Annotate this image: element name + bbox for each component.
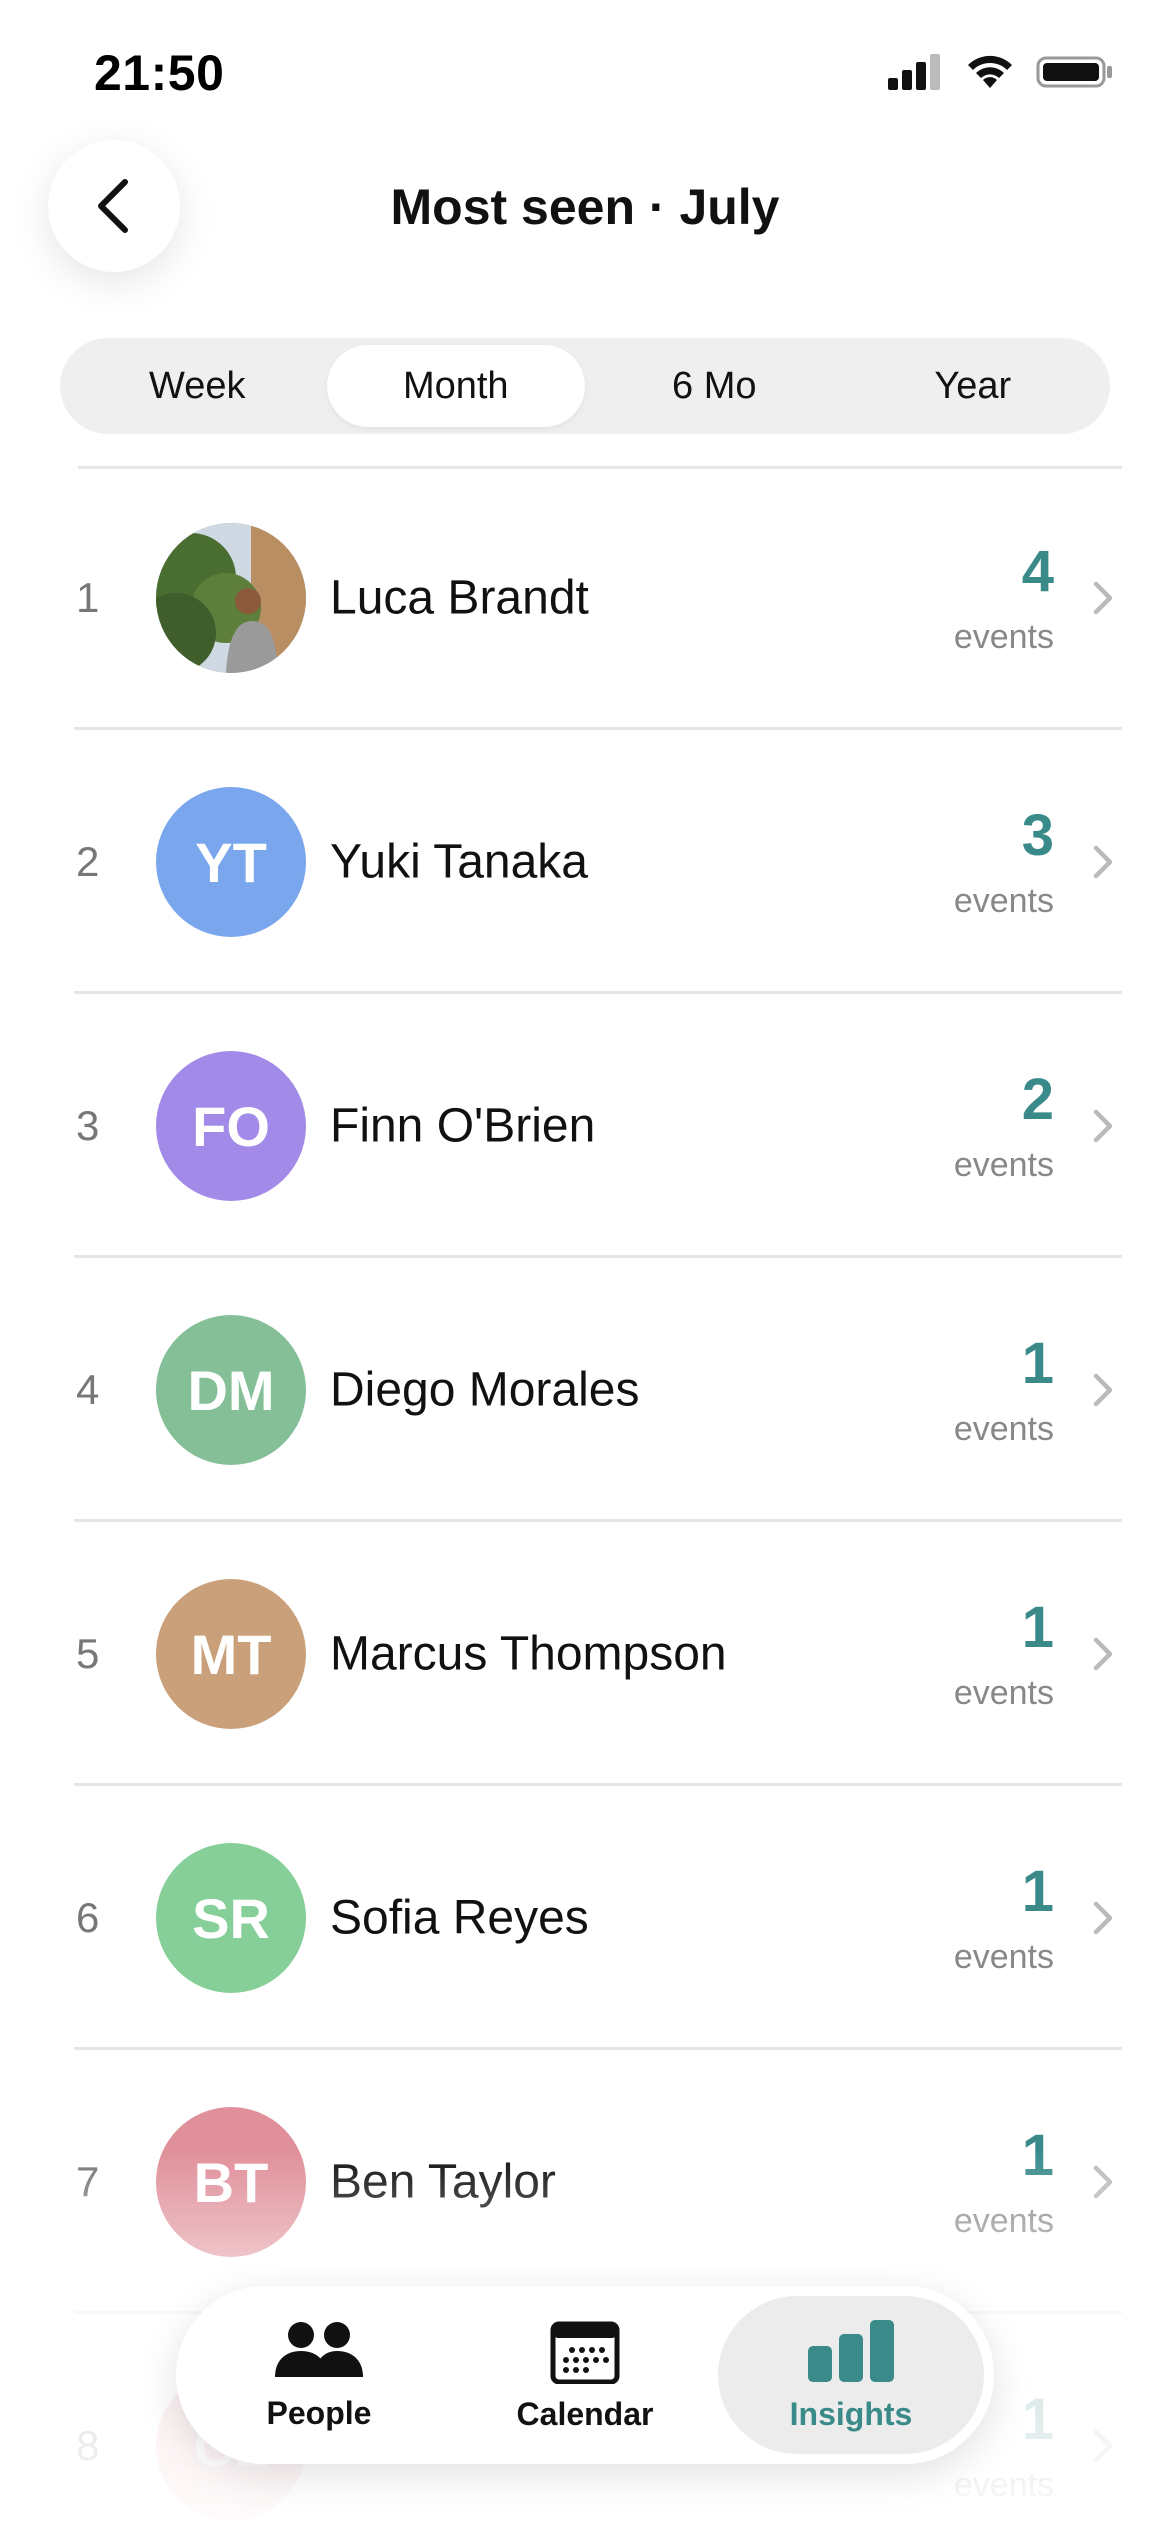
event-count: 4: [1021, 539, 1054, 604]
avatar: MT: [156, 1579, 306, 1729]
tab-calendar-label: Calendar: [516, 2395, 654, 2432]
event-count-unit: events: [953, 1410, 1054, 1448]
rank-number: 8: [76, 2422, 100, 2469]
person-row[interactable]: 6 SR Sofia Reyes 1 events: [0, 1786, 1170, 2050]
person-name: Luca Brandt: [330, 571, 589, 625]
chevron-right-icon: [1093, 1373, 1113, 1407]
event-count-unit: events: [953, 2466, 1054, 2504]
chevron-right-icon: [1093, 1901, 1113, 1935]
status-bar: 21:50: [0, 0, 1170, 150]
event-count: 1: [1021, 2387, 1054, 2452]
event-count: 1: [1021, 1859, 1054, 1924]
segment-6mo[interactable]: 6 Mo: [585, 345, 844, 427]
person-name: Ben Taylor: [330, 2155, 556, 2209]
cellular-signal-icon: [888, 54, 940, 90]
tab-insights[interactable]: Insights: [718, 2296, 984, 2454]
person-name: Marcus Thompson: [330, 1627, 727, 1681]
avatar: YT: [156, 787, 306, 937]
event-count: 2: [1021, 1067, 1054, 1132]
tab-people-label: People: [266, 2394, 372, 2431]
avatar-initials: BT: [193, 2150, 269, 2214]
person-row[interactable]: 7 BT Ben Taylor 1 events: [0, 2050, 1170, 2314]
tab-bar: People Calendar Insights: [176, 2286, 994, 2464]
person-name: Yuki Tanaka: [330, 835, 588, 889]
rank-number: 3: [76, 1102, 100, 1149]
chevron-right-icon: [1093, 1109, 1113, 1143]
segment-month[interactable]: Month: [326, 345, 585, 427]
person-row[interactable]: 5 MT Marcus Thompson 1 events: [0, 1522, 1170, 1786]
tab-insights-label: Insights: [789, 2395, 913, 2432]
bar-chart-icon: [808, 2319, 894, 2382]
person-name: Finn O'Brien: [330, 1099, 596, 1153]
chevron-right-icon: [1093, 2165, 1113, 2199]
person-name: Diego Morales: [330, 1363, 640, 1417]
avatar-initials: SR: [192, 1886, 270, 1950]
avatar: DM: [156, 1315, 306, 1465]
person-row[interactable]: 3 FO Finn O'Brien 2 events: [0, 994, 1170, 1258]
event-count: 1: [1021, 1595, 1054, 1660]
rank-number: 5: [76, 1630, 100, 1677]
tab-people[interactable]: People: [186, 2296, 452, 2454]
avatar: SR: [156, 1843, 306, 1993]
person-row[interactable]: 4 DM Diego Morales 1 events: [0, 1258, 1170, 1522]
avatar-initials: FO: [192, 1094, 270, 1158]
event-count-unit: events: [953, 1938, 1054, 1976]
avatar: FO: [156, 1051, 306, 1201]
event-count-unit: events: [953, 1146, 1054, 1184]
chevron-right-icon: [1093, 2429, 1113, 2463]
event-count-unit: events: [953, 618, 1054, 656]
event-count-unit: events: [953, 882, 1054, 920]
segment-year[interactable]: Year: [844, 345, 1103, 427]
status-icons: [888, 52, 1114, 92]
most-seen-list: 1 Luca Brandt 4 events 2 YT Yuki Tanaka 3 events…: [0, 466, 1170, 2532]
chevron-right-icon: [1093, 1637, 1113, 1671]
wifi-icon: [968, 55, 1012, 88]
chevron-right-icon: [1093, 581, 1113, 615]
event-count-unit: events: [953, 2202, 1054, 2240]
rank-number: 4: [76, 1366, 100, 1413]
calendar-icon: [550, 2321, 620, 2384]
event-count: 1: [1021, 2123, 1054, 2188]
chevron-right-icon: [1093, 845, 1113, 879]
person-name: Sofia Reyes: [330, 1891, 589, 1945]
period-segmented-control: Week Month 6 Mo Year: [60, 338, 1110, 434]
rank-number: 1: [76, 574, 100, 621]
rank-number: 2: [76, 838, 100, 885]
people-icon: [275, 2321, 363, 2377]
avatar-photo: [156, 523, 306, 673]
person-row[interactable]: 1 Luca Brandt 4 events: [0, 466, 1170, 730]
avatar: [156, 523, 306, 673]
avatar-initials: MT: [190, 1622, 272, 1686]
rank-number: 6: [76, 1894, 100, 1941]
avatar-initials: DM: [187, 1358, 275, 1422]
status-time: 21:50: [94, 45, 225, 101]
battery-icon: [1036, 56, 1112, 88]
segment-week[interactable]: Week: [68, 345, 327, 427]
avatar: BT: [156, 2107, 306, 2257]
event-count-unit: events: [953, 1674, 1054, 1712]
tab-calendar[interactable]: Calendar: [452, 2296, 718, 2454]
person-row[interactable]: 2 YT Yuki Tanaka 3 events: [0, 730, 1170, 994]
avatar-initials: YT: [195, 830, 267, 894]
page-title: Most seen · July: [390, 179, 780, 235]
rank-number: 7: [76, 2158, 100, 2205]
event-count: 1: [1021, 1331, 1054, 1396]
event-count: 3: [1021, 803, 1054, 868]
